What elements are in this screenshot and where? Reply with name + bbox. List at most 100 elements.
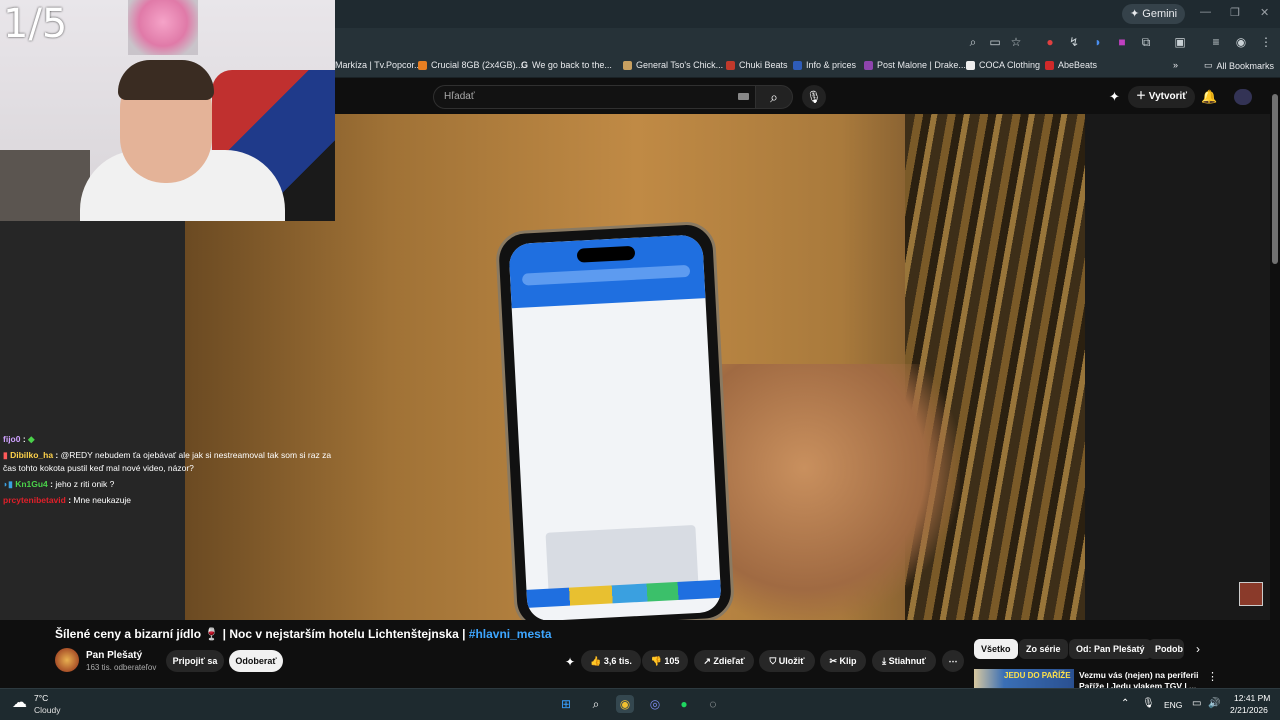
recommendation-thumbnail[interactable]: JEDU DO PAŘÍŽE [974,669,1074,688]
bookmark-label: COCA Clothing [979,60,1041,70]
network-icon[interactable]: ▭ [1192,698,1201,709]
bookmark-item[interactable]: Chuki Beats [726,60,788,70]
webcam-overlay: 1/5 [0,0,335,221]
like-count: 3,6 tis. [603,656,632,666]
badge-icon: ◗▮ [3,479,13,489]
cast-icon[interactable]: ▭ [987,34,1003,50]
weather-description[interactable]: Cloudy [34,705,60,715]
video-frame-right [1085,114,1270,620]
search-icon[interactable]: ⌕ [587,695,605,713]
bookmark-item[interactable]: COCA Clothing [966,60,1040,70]
keyboard-icon[interactable] [738,93,749,100]
share-label: Zdieľať [713,656,745,666]
spotify-icon[interactable]: ● [675,695,693,713]
zoom-icon[interactable]: ⌕ [965,34,981,50]
extensions-puzzle-icon[interactable]: ⧉ [1138,34,1154,50]
tray-overflow-icon[interactable]: ⌃ [1121,698,1129,709]
thumbs-down-icon: 👎 [650,656,662,666]
bookmark-favicon-icon [864,60,873,70]
webcam-desk [0,150,90,221]
chat-username: prcytenibetavid [3,495,66,505]
channel-watermark[interactable] [1239,582,1263,606]
badge-icon: ▮ [3,450,8,460]
tab-search-icon[interactable]: ▣ [1172,34,1188,50]
webcam-plush-toy [128,0,198,55]
restore-icon[interactable]: ❐ [1230,6,1240,19]
like-button[interactable]: 👍 3,6 tis. [581,650,641,672]
channel-avatar[interactable] [55,648,79,672]
dislike-button[interactable]: 👎 105 [642,650,688,672]
search-button[interactable]: ⌕ [755,85,793,109]
stream-counter: 1/5 [3,1,68,47]
reading-list-icon[interactable]: ≡ [1208,34,1224,50]
chat-text: Mne neukazuje [73,495,132,505]
start-windows-icon[interactable]: ⊞ [557,695,575,713]
extension-icon[interactable]: ● [1042,34,1058,50]
chat-message: ◗▮ Kn1Gu4 : jeho z riti onik ? [3,479,115,489]
chip-series[interactable]: Zo série [1019,639,1068,659]
chevron-right-icon[interactable]: › [1196,642,1200,656]
save-button[interactable]: ⛉ Uložiť [759,650,815,672]
gemini-button[interactable]: ✦ Gemini [1122,4,1186,24]
windows-taskbar [0,688,1280,720]
discord-icon[interactable]: ◎ [646,695,664,713]
video-title-text: Šílené ceny a bizarní jídlo 🍷 | Noc v ne… [55,627,469,641]
bookmarks-overflow-icon[interactable]: » [1173,60,1178,70]
volume-icon[interactable]: 🔊 [1208,698,1220,709]
language-indicator[interactable]: ENG [1164,700,1182,710]
account-avatar[interactable] [1234,89,1252,105]
microphone-icon[interactable]: 🎙 [1142,698,1155,709]
bookmark-item[interactable]: Crucial 8GB (2x4GB)... [418,60,523,70]
app-icon[interactable]: ◌ [704,695,722,713]
notifications-bell-icon[interactable]: 🔔 [1201,89,1217,105]
chip-channel[interactable]: Od: Pan Plešatý [1069,639,1152,659]
more-vertical-icon[interactable]: ⋮ [1207,670,1218,683]
chat-username: fijo0 [3,434,21,444]
scrollbar-thumb[interactable] [1272,94,1278,264]
sparkle-icon[interactable]: ✦ [1109,89,1120,105]
search-icon: ⌕ [770,89,778,105]
chat-text: jeho z riti onik ? [55,479,115,489]
weather-cloud-icon[interactable]: ☁ [12,693,27,711]
minimize-icon[interactable]: — [1200,6,1211,18]
menu-kebab-icon[interactable]: ⋮ [1258,34,1274,50]
extension-icon[interactable]: ◗ [1090,34,1106,50]
clock-time[interactable]: 12:41 PM [1234,693,1270,703]
chat-message: fijo0 : ◆ [3,434,35,444]
bookmark-favicon-icon [623,60,632,70]
weather-temperature[interactable]: 7°C [34,693,48,703]
clip-button[interactable]: ✂ Klip [820,650,866,672]
bookmark-icon: ⛉ [769,656,777,666]
chrome-icon[interactable]: ◉ [616,695,634,713]
chip-all[interactable]: Všetko [974,639,1018,659]
join-button[interactable]: Pripojiť sa [166,650,224,672]
channel-name[interactable]: Pan Plešatý [86,650,142,661]
bookmark-star-icon[interactable]: ☆ [1008,34,1024,50]
gemini-label: Gemini [1142,8,1178,20]
all-bookmarks-folder[interactable]: ▭ All Bookmarks [1204,60,1274,71]
chip-similar[interactable]: Podob [1148,639,1184,659]
bookmark-item[interactable]: Markíza | Tv.Popcor... [335,60,422,70]
clock-date[interactable]: 2/21/2026 [1230,705,1268,715]
recommendation-title[interactable]: Vezmu vás (nejen) na periferii Paříže | … [1079,670,1199,688]
create-button[interactable]: ＋ Vytvoriť [1128,86,1196,108]
voice-search-button[interactable]: 🎙 [802,85,826,109]
search-input[interactable]: Hľadať [433,85,755,109]
subscribe-button[interactable]: Odoberať [229,650,283,672]
video-frame-left [0,220,185,620]
extension-icon[interactable]: ■ [1114,34,1130,50]
bookmark-item[interactable]: Info & prices [793,60,856,70]
download-button[interactable]: ⤓ Stiahnuť [872,650,936,672]
download-icon: ⤓ [882,656,887,666]
bookmark-item[interactable]: AbeBeats [1045,60,1097,70]
close-icon[interactable]: ✕ [1260,6,1269,19]
bookmark-item[interactable]: General Tso's Chick... [623,60,723,70]
hashtag-link[interactable]: #hlavni_mesta [469,627,552,641]
more-actions-button[interactable]: ⋯ [942,650,964,672]
share-button[interactable]: ↗ Zdieľať [694,650,754,672]
bookmark-item[interactable]: G We go back to the... [521,60,612,70]
bookmark-item[interactable]: Post Malone | Drake... [864,60,966,70]
profile-avatar[interactable]: ◉ [1233,34,1249,50]
sparkle-icon[interactable]: ✦ [565,655,575,669]
extension-icon[interactable]: ↯ [1066,34,1082,50]
